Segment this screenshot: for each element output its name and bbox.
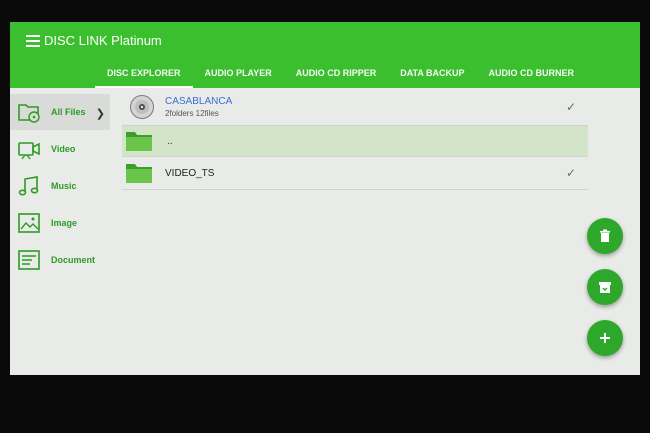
checkmark-icon: ✓ [565,99,576,114]
delete-button[interactable] [587,218,623,254]
sidebar-item-video[interactable]: Video [10,131,110,167]
list-item[interactable]: VIDEO_TS ✓ [122,157,588,190]
tab-bar: DISC EXPLORER AUDIO PLAYER AUDIO CD RIPP… [95,66,586,88]
app-bar: DISC LINK Platinum DISC EXPLORER AUDIO P… [10,22,640,88]
tab-disc-explorer[interactable]: DISC EXPLORER [95,66,193,88]
sidebar-item-label: Document [51,255,96,265]
sidebar-item-music[interactable]: Music [10,168,110,204]
list-item[interactable]: .. [122,126,588,157]
sidebar-item-label: Image [51,218,78,228]
sidebar-item-label: Video [51,144,76,154]
music-note-icon [18,176,39,196]
tab-audio-cd-ripper[interactable]: AUDIO CD RIPPER [284,66,389,88]
list-item[interactable]: CASABLANCA 2folders 12files ✓ [122,88,588,126]
delete-icon [600,229,610,242]
image-icon [18,213,40,233]
app-title: DISC LINK Platinum [44,33,162,48]
add-icon [600,333,610,343]
hamburger-menu-icon[interactable] [26,35,40,47]
tab-data-backup[interactable]: DATA BACKUP [388,66,476,88]
sidebar: All Files ❯ Video Music Image Document [10,88,114,375]
folder-icon [126,164,152,183]
tab-audio-cd-burner[interactable]: AUDIO CD BURNER [477,66,587,88]
file-name: .. [167,135,173,147]
sidebar-item-image[interactable]: Image [10,205,110,241]
add-button[interactable] [587,320,623,356]
video-camera-icon [18,142,40,160]
checkmark-icon: ✓ [565,166,576,180]
sidebar-item-all-files[interactable]: All Files ❯ [10,94,110,130]
archive-icon [599,282,611,293]
chevron-right-icon: ❯ [95,108,105,120]
file-name: VIDEO_TS [165,167,215,179]
file-name: CASABLANCA [165,95,233,107]
disc-icon [130,94,154,119]
folder-icon [126,132,152,151]
file-info: 2folders 12files [165,108,219,118]
folder-disc-icon [18,104,40,123]
sidebar-item-label: Music [51,181,77,191]
archive-button[interactable] [587,269,623,305]
tab-audio-player[interactable]: AUDIO PLAYER [193,66,284,88]
app-screen: DISC LINK Platinum DISC EXPLORER AUDIO P… [10,22,640,375]
sidebar-item-label: All Files [51,107,86,117]
document-icon [18,250,40,270]
sidebar-item-document[interactable]: Document [10,242,110,278]
